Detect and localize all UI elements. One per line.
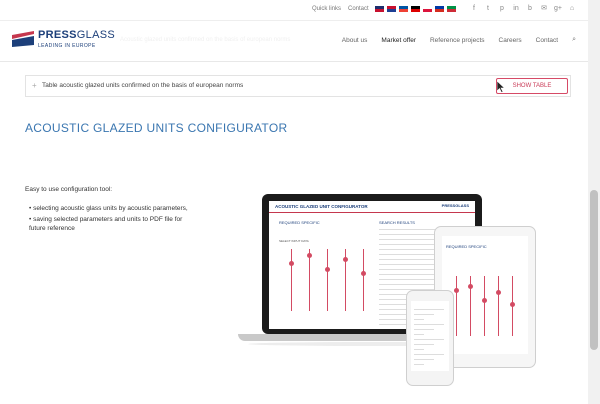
feature-item: • saving selected parameters and units t… [29, 216, 183, 232]
language-flags [375, 6, 456, 12]
site-header: PRESSGLASS LEADING IN EUROPE Acoustic gl… [0, 21, 588, 62]
slider-knob [510, 302, 515, 307]
content-line [414, 364, 424, 365]
search-results-heading: SEARCH RESULTS [379, 220, 415, 225]
social-icon[interactable]: p [498, 5, 506, 13]
content-line [414, 309, 444, 310]
pressglass-logo[interactable]: PRESSGLASS LEADING IN EUROPE [12, 29, 132, 53]
header-ghost-text: Acoustic glazed units confirmed on the b… [120, 37, 291, 43]
nav-item-reference-projects[interactable]: Reference projects [430, 37, 485, 44]
content-line [414, 319, 424, 320]
screen-header-rule [269, 212, 475, 213]
search-icon[interactable]: ⌕ [572, 36, 576, 44]
nav-item-contact[interactable]: Contact [536, 37, 558, 44]
logo-mark-icon [12, 31, 34, 47]
social-icon[interactable]: b [526, 5, 534, 13]
flag-fr-icon[interactable] [399, 6, 408, 12]
slider-knob [343, 257, 348, 262]
social-icon[interactable]: in [512, 5, 520, 13]
page-title: ACOUSTIC GLAZED UNITS CONFIGURATOR [25, 121, 288, 135]
social-icon[interactable]: g+ [554, 5, 562, 13]
tablet-screen: REQUIRED SPECIFIC [442, 236, 528, 354]
content-line [414, 324, 444, 325]
slider-track [291, 249, 292, 311]
logo-wordmark: PRESSGLASS [38, 29, 115, 41]
slider-track [498, 276, 499, 336]
flag-gb-icon[interactable] [375, 6, 384, 12]
show-table-button[interactable]: SHOW TABLE [496, 78, 568, 94]
social-icon[interactable]: ⌂ [568, 5, 576, 13]
scrollbar-thumb[interactable] [590, 190, 598, 350]
feature-item: • selecting acoustic glass units by acou… [29, 205, 188, 212]
devices-illustration: ACOUSTIC GLAZED UNIT CONFIGURATOR PRESSG… [238, 192, 538, 388]
content-line [414, 344, 434, 345]
slider-knob [496, 290, 501, 295]
slider-knob [289, 261, 294, 266]
content-line [414, 329, 434, 330]
phone-screen [411, 301, 449, 371]
content-line [379, 254, 439, 255]
required-specific-heading: REQUIRED SPECIFIC [279, 220, 320, 225]
select-input-label: SELECT INPUT DATA [279, 239, 309, 243]
social-icon[interactable]: ✉ [540, 5, 548, 13]
social-links: f t p in b ✉ g+ ⌂ [470, 5, 576, 13]
flag-hr-icon[interactable] [387, 6, 396, 12]
configurator-screen-logo: PRESSGLASS [441, 203, 469, 208]
content-line [379, 284, 439, 285]
quick-links-link[interactable]: Quick links [312, 6, 341, 12]
content-line [414, 339, 444, 340]
slider-knob [325, 267, 330, 272]
flag-de-icon[interactable] [411, 6, 420, 12]
flag-ru-icon[interactable] [435, 6, 444, 12]
slider-knob [468, 284, 473, 289]
flag-pl-icon[interactable] [423, 6, 432, 12]
nav-item-market-offer[interactable]: Market offer [381, 37, 416, 44]
tablet-heading: REQUIRED SPECIFIC [446, 244, 487, 249]
content-line [414, 354, 444, 355]
top-contact-link[interactable]: Contact [348, 6, 369, 12]
logo-tagline: LEADING IN EUROPE [38, 43, 96, 49]
slider-track [309, 249, 310, 311]
content-line [414, 349, 424, 350]
content-line [379, 269, 439, 270]
phone-device [406, 290, 454, 386]
acoustic-table-notice: + Table acoustic glazed units confirmed … [25, 75, 571, 97]
slider-track [327, 249, 328, 311]
slider-track [363, 249, 364, 311]
intro-text: Easy to use configuration tool: [25, 186, 113, 193]
slider-track [484, 276, 485, 336]
content-line [414, 334, 424, 335]
content-line [414, 359, 434, 360]
feature-list: • selecting acoustic glass units by acou… [29, 204, 189, 235]
content-line [414, 314, 434, 315]
flag-it-icon[interactable] [447, 6, 456, 12]
slider-track [456, 276, 457, 336]
configurator-screen-title: ACOUSTIC GLAZED UNIT CONFIGURATOR [275, 204, 368, 209]
mouse-pointer-icon [497, 81, 505, 93]
slider-knob [307, 253, 312, 258]
slider-knob [482, 298, 487, 303]
slider-knob [454, 288, 459, 293]
notice-text: Table acoustic glazed units confirmed on… [42, 82, 244, 89]
main-navigation: About us Market offer Reference projects Ca… [328, 36, 576, 44]
nav-item-about-us[interactable]: About us [342, 37, 368, 44]
logo-press-text: PRESS [38, 29, 77, 41]
social-icon[interactable]: f [470, 5, 478, 13]
content-line [379, 239, 439, 240]
expand-plus-icon[interactable]: + [32, 81, 37, 90]
top-utility-bar: Quick links Contact f t p in b ✉ g+ ⌂ [0, 0, 588, 21]
slider-knob [361, 271, 366, 276]
nav-item-careers[interactable]: Careers [499, 37, 522, 44]
logo-glass-text: GLASS [76, 29, 115, 41]
social-icon[interactable]: t [484, 5, 492, 13]
page-scrollbar[interactable] [588, 0, 600, 404]
